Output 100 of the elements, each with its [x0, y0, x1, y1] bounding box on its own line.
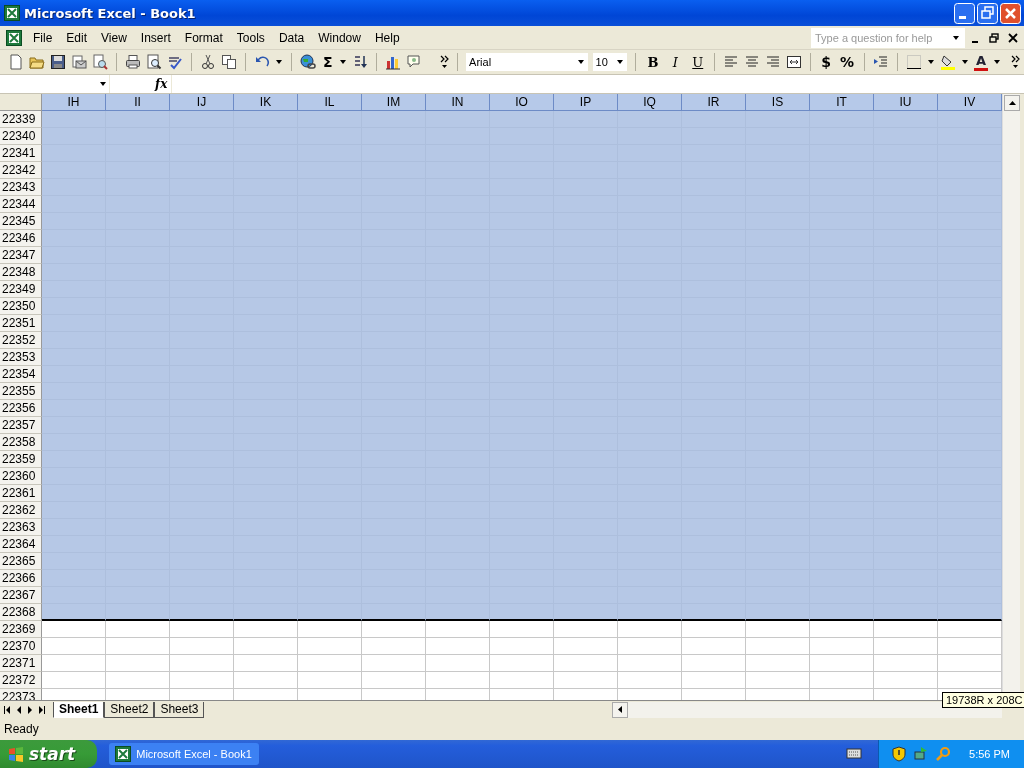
row-header[interactable]: 22347 — [0, 247, 42, 264]
font-color-button[interactable]: A — [974, 53, 989, 71]
print-preview-icon[interactable] — [145, 54, 162, 70]
number-format-button[interactable]: $ — [819, 54, 834, 70]
restore-icon[interactable] — [989, 32, 999, 43]
column-header[interactable]: IS — [746, 94, 810, 111]
borders-icon[interactable] — [906, 54, 923, 70]
row-header[interactable]: 22351 — [0, 315, 42, 332]
spelling-check-icon[interactable] — [166, 54, 183, 70]
menu-item[interactable]: Tools — [229, 28, 272, 47]
help-search-field[interactable]: Type a question for help — [811, 27, 965, 48]
caret-icon[interactable] — [952, 34, 960, 41]
row-header[interactable]: 22346 — [0, 230, 42, 247]
last-sheet-icon[interactable] — [39, 705, 45, 714]
previous-sheet-icon[interactable] — [17, 705, 21, 714]
copy-icon[interactable] — [220, 54, 237, 70]
chevron-icon[interactable] — [440, 55, 450, 69]
fill-color-icon[interactable] — [940, 54, 957, 70]
menu-item[interactable]: Format — [177, 28, 230, 47]
column-header[interactable]: IM — [362, 94, 426, 111]
row-header[interactable]: 22358 — [0, 434, 42, 451]
chevron-icon[interactable] — [1011, 55, 1021, 69]
row-header[interactable]: 22360 — [0, 468, 42, 485]
sheet-tab[interactable]: Sheet1 — [53, 701, 105, 718]
column-header[interactable]: IR — [682, 94, 746, 111]
text-style-button[interactable]: I — [666, 54, 685, 70]
column-header[interactable]: IU — [874, 94, 938, 111]
caret-icon[interactable] — [339, 59, 348, 65]
autosum-button[interactable]: Σ — [320, 54, 335, 70]
row-header[interactable]: 22367 — [0, 587, 42, 604]
row-header[interactable]: 22349 — [0, 281, 42, 298]
row-header[interactable]: 22354 — [0, 366, 42, 383]
shield-icon[interactable] — [891, 746, 908, 762]
row-header[interactable]: 22361 — [0, 485, 42, 502]
menu-item[interactable]: Window — [311, 28, 368, 47]
text-style-button[interactable]: B — [644, 54, 662, 70]
text-style-button[interactable]: U — [689, 54, 707, 70]
row-header[interactable]: 22353 — [0, 349, 42, 366]
row-header[interactable]: 22366 — [0, 570, 42, 587]
taskbar-button[interactable]: Microsoft Excel - Book1 — [109, 743, 260, 765]
new-document-icon[interactable] — [8, 54, 24, 70]
column-header[interactable]: IP — [554, 94, 618, 111]
column-header[interactable]: IJ — [170, 94, 234, 111]
print-icon[interactable] — [124, 54, 141, 70]
menu-item[interactable]: Help — [367, 28, 407, 47]
row-header[interactable]: 22365 — [0, 553, 42, 570]
sheet-tab[interactable]: Sheet2 — [104, 701, 155, 718]
row-header[interactable]: 22348 — [0, 264, 42, 281]
next-sheet-icon[interactable] — [28, 705, 32, 714]
sort-icon[interactable] — [352, 54, 369, 70]
caret-icon[interactable] — [274, 59, 283, 65]
sheet-tab[interactable]: Sheet3 — [154, 701, 205, 718]
document-magnifier-icon[interactable] — [92, 54, 108, 70]
row-header[interactable]: 22369 — [0, 621, 42, 638]
row-header[interactable]: 22355 — [0, 383, 42, 400]
menu-item[interactable]: Insert — [133, 28, 178, 47]
row-header[interactable]: 22364 — [0, 536, 42, 553]
row-header[interactable]: 22352 — [0, 332, 42, 349]
row-header[interactable]: 22362 — [0, 502, 42, 519]
font-size-field[interactable]: 10 — [592, 53, 628, 71]
cut-icon[interactable] — [199, 54, 216, 70]
column-header[interactable]: IH — [42, 94, 106, 111]
row-header[interactable]: 22343 — [0, 179, 42, 196]
row-header[interactable]: 22339 — [0, 111, 42, 128]
merge-center-icon[interactable] — [786, 54, 803, 70]
column-header[interactable]: IT — [810, 94, 874, 111]
select-all-corner[interactable] — [0, 94, 42, 111]
row-header[interactable]: 22359 — [0, 451, 42, 468]
column-header[interactable]: II — [106, 94, 170, 111]
keyboard-icon[interactable] — [846, 746, 863, 762]
caret-icon[interactable] — [993, 59, 1002, 65]
first-sheet-icon[interactable] — [4, 705, 10, 714]
menu-item[interactable]: Data — [271, 28, 312, 47]
caret-icon[interactable] — [576, 59, 585, 65]
close-icon[interactable] — [1008, 32, 1018, 43]
menu-item[interactable]: View — [94, 28, 134, 47]
row-header[interactable]: 22342 — [0, 162, 42, 179]
up-arrow-icon[interactable] — [1008, 101, 1016, 105]
row-header[interactable]: 22356 — [0, 400, 42, 417]
row-header[interactable]: 22371 — [0, 655, 42, 672]
row-header[interactable]: 22350 — [0, 298, 42, 315]
row-header[interactable]: 22372 — [0, 672, 42, 689]
row-header[interactable]: 22368 — [0, 604, 42, 621]
column-header[interactable]: IO — [490, 94, 554, 111]
row-header[interactable]: 22345 — [0, 213, 42, 230]
row-header[interactable]: 22344 — [0, 196, 42, 213]
font-name-field[interactable]: Arial — [466, 53, 588, 71]
insert-function-button[interactable]: fx — [155, 77, 168, 91]
caret-icon[interactable] — [961, 59, 970, 65]
speech-bubble-icon[interactable] — [406, 54, 423, 70]
bar-chart-icon[interactable] — [385, 54, 402, 70]
column-header[interactable]: IK — [234, 94, 298, 111]
selected-row[interactable] — [42, 604, 1002, 621]
caret-icon[interactable] — [927, 59, 936, 65]
column-header[interactable]: IQ — [618, 94, 682, 111]
align-center-icon[interactable] — [744, 54, 761, 70]
scroll-up-button[interactable] — [1004, 95, 1020, 111]
caret-icon[interactable] — [99, 81, 107, 87]
number-format-button[interactable]: % — [838, 54, 857, 70]
caret-icon[interactable] — [616, 59, 625, 65]
